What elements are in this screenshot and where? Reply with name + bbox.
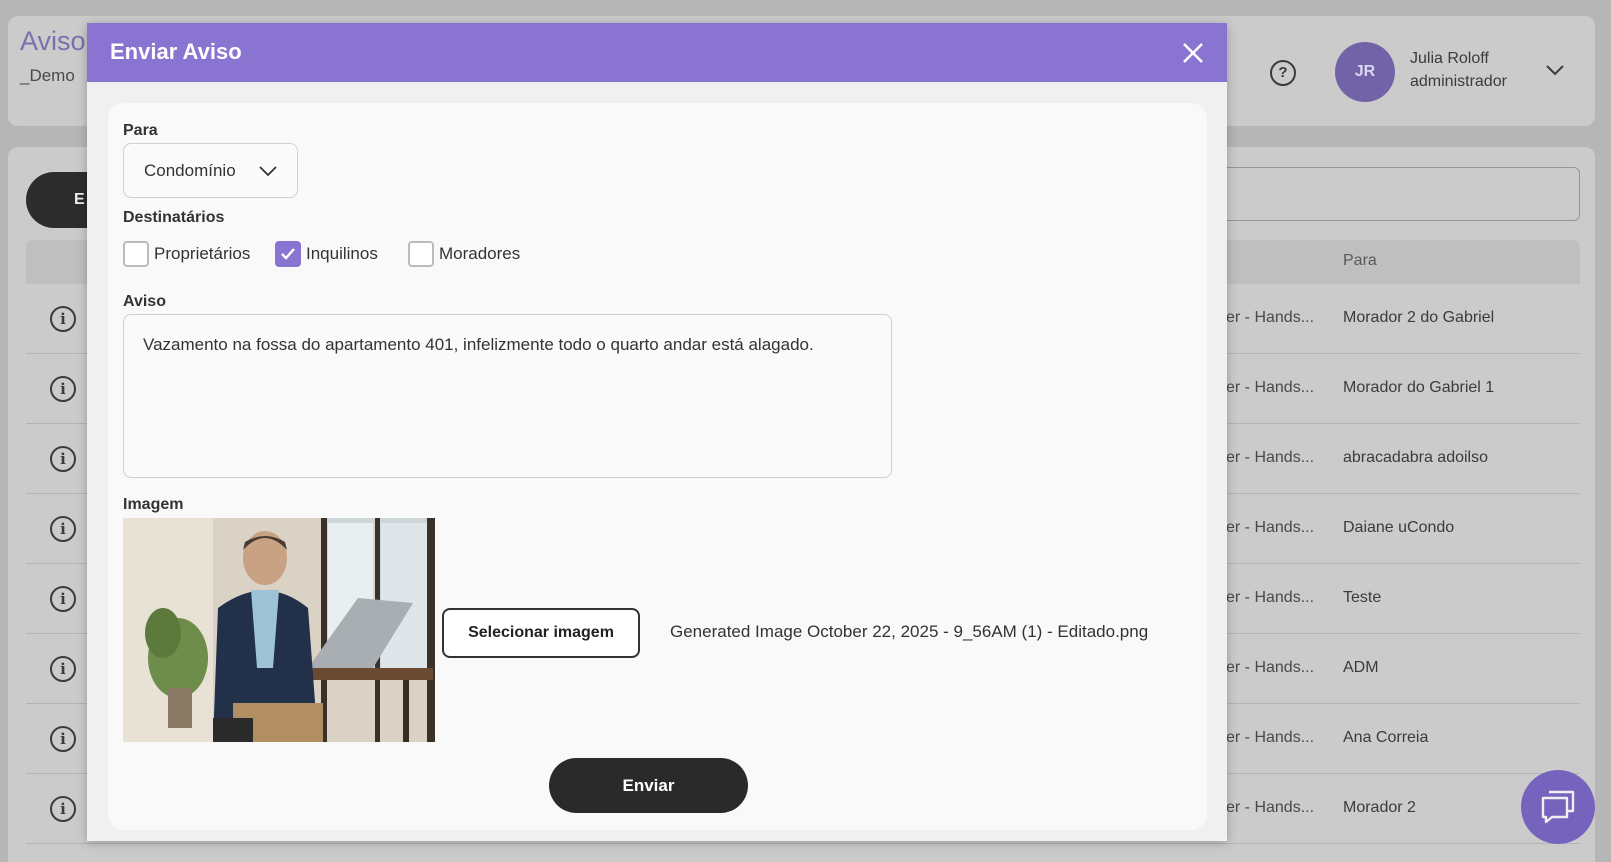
- checkbox-label: Inquilinos: [306, 244, 378, 263]
- checkbox-label: Moradores: [439, 244, 521, 263]
- imagem-label: Imagem: [123, 496, 184, 513]
- para-select[interactable]: Condomínio: [123, 143, 298, 198]
- chevron-down-icon: [259, 166, 277, 177]
- checkbox-label: Proprietários: [154, 244, 251, 263]
- checkbox-box: [275, 241, 301, 267]
- send-notice-modal: Enviar Aviso Para Condomínio Destinatári…: [87, 23, 1227, 841]
- checkbox-box: [123, 241, 149, 267]
- modal-body: Para Condomínio Destinatários Proprietár…: [108, 103, 1207, 830]
- para-label: Para: [123, 122, 158, 139]
- destinatarios-label: Destinatários: [123, 209, 225, 226]
- checkbox-box: [408, 241, 434, 267]
- select-image-button[interactable]: Selecionar imagem: [442, 608, 640, 658]
- check-icon: [281, 248, 295, 260]
- uploaded-image-preview: [123, 518, 435, 742]
- selected-file-name: Generated Image October 22, 2025 - 9_56A…: [670, 622, 1149, 641]
- aviso-textarea[interactable]: Vazamento na fossa do apartamento 401, i…: [123, 314, 892, 478]
- modal-header: Enviar Aviso: [87, 23, 1227, 82]
- close-icon[interactable]: [1180, 40, 1206, 66]
- modal-title: Enviar Aviso: [110, 39, 242, 64]
- aviso-label: Aviso: [123, 293, 166, 310]
- send-button[interactable]: Enviar: [549, 758, 748, 813]
- para-select-value: Condomínio: [144, 161, 236, 180]
